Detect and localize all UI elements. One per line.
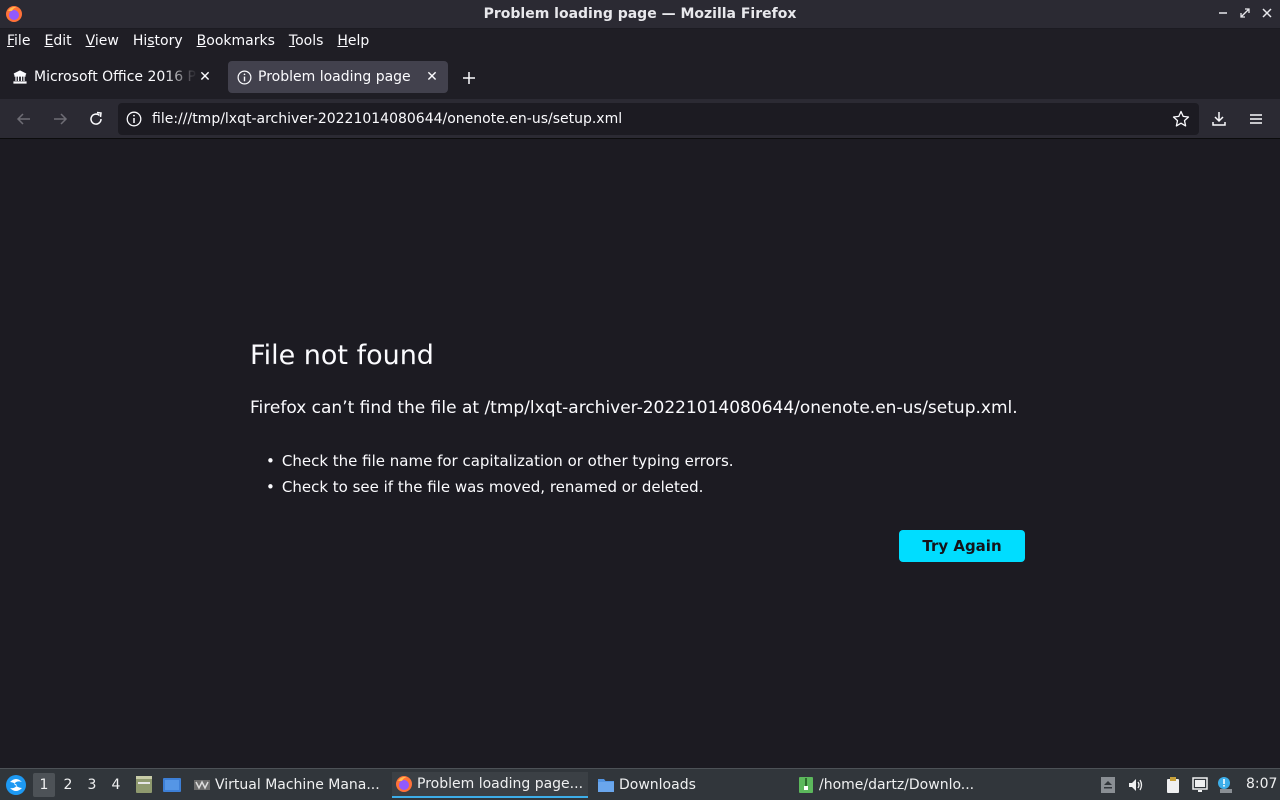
task-label: /home/dartz/Downlo... xyxy=(819,777,975,793)
firefox-logo-icon xyxy=(6,6,22,22)
error-title: File not found xyxy=(250,340,434,371)
arrow-right-icon xyxy=(54,113,68,125)
menu-bookmarks[interactable]: Bookmarks xyxy=(197,33,282,49)
tab-bar: Microsoft Office 2016 Pro ✕ Problem load… xyxy=(0,53,1280,99)
try-again-button[interactable]: Try Again xyxy=(899,530,1025,562)
menu-history[interactable]: History xyxy=(133,33,190,49)
taskbar: 1 2 3 4 Virtual Machine Mana... Problem … xyxy=(0,768,1280,800)
tab-problem-loading[interactable]: Problem loading page ✕ xyxy=(228,61,448,93)
task-label: Virtual Machine Mana... xyxy=(215,777,380,793)
window-controls xyxy=(1216,6,1274,20)
notification-icon[interactable] xyxy=(1216,775,1236,795)
app-menu-button[interactable] xyxy=(1244,107,1268,131)
start-menu-icon[interactable] xyxy=(4,773,28,797)
menu-bar: File Edit View History Bookmarks Tools H… xyxy=(0,29,1280,53)
clipboard-icon[interactable] xyxy=(1163,775,1183,795)
reload-button[interactable] xyxy=(84,107,108,131)
download-icon xyxy=(1212,112,1226,126)
list-item: Check to see if the file was moved, rena… xyxy=(266,474,734,500)
menu-tools[interactable]: Tools xyxy=(289,33,331,49)
network-icon[interactable] xyxy=(1190,775,1210,795)
task-label: Problem loading page... xyxy=(417,776,584,792)
archive-icon xyxy=(799,777,813,793)
firefox-icon xyxy=(396,776,412,792)
navigation-toolbar: file:///tmp/lxqt-archiver-20221014080644… xyxy=(0,99,1280,139)
error-suggestions: Check the file name for capitalization o… xyxy=(266,448,734,500)
url-bar[interactable]: file:///tmp/lxqt-archiver-20221014080644… xyxy=(118,103,1199,135)
list-item: Check the file name for capitalization o… xyxy=(266,448,734,474)
volume-icon[interactable] xyxy=(1126,775,1146,795)
arrow-left-icon xyxy=(16,113,30,125)
close-icon[interactable]: ✕ xyxy=(197,69,213,85)
tab-microsoft-office[interactable]: Microsoft Office 2016 Pro ✕ xyxy=(4,61,221,93)
eject-icon[interactable] xyxy=(1098,775,1118,795)
downloads-button[interactable] xyxy=(1207,107,1231,131)
plus-icon xyxy=(463,72,475,84)
desktop-2[interactable]: 2 xyxy=(57,773,79,797)
virt-manager-icon xyxy=(194,780,210,790)
close-icon[interactable]: ✕ xyxy=(424,69,440,85)
task-archiver[interactable]: /home/dartz/Downlo... xyxy=(794,772,990,798)
hamburger-menu-icon xyxy=(1250,114,1262,124)
folder-icon xyxy=(598,779,614,792)
menu-edit[interactable]: Edit xyxy=(44,33,78,49)
window-title: Problem loading page — Mozilla Firefox xyxy=(483,6,797,22)
bank-icon xyxy=(12,69,28,85)
minimize-icon[interactable] xyxy=(1216,6,1230,20)
task-downloads[interactable]: Downloads xyxy=(594,772,790,798)
file-manager-launcher-icon[interactable] xyxy=(134,775,154,795)
site-info-icon[interactable] xyxy=(126,111,142,127)
new-tab-button[interactable] xyxy=(458,67,480,89)
window-titlebar: Problem loading page — Mozilla Firefox xyxy=(0,0,1280,29)
bookmark-star-icon[interactable] xyxy=(1171,109,1191,129)
menu-file[interactable]: File xyxy=(7,33,37,49)
error-page: File not found Firefox can’t find the fi… xyxy=(0,140,1280,768)
desktop-4[interactable]: 4 xyxy=(105,773,127,797)
menu-view[interactable]: View xyxy=(86,33,126,49)
task-firefox[interactable]: Problem loading page... xyxy=(392,772,588,798)
restore-icon[interactable] xyxy=(1238,6,1252,20)
show-desktop-icon[interactable] xyxy=(162,775,182,795)
tab-label: Microsoft Office 2016 Pro xyxy=(34,69,197,85)
menu-help[interactable]: Help xyxy=(337,33,376,49)
task-label: Downloads xyxy=(619,777,696,793)
back-button[interactable] xyxy=(12,107,36,131)
forward-button[interactable] xyxy=(48,107,72,131)
error-description: Firefox can’t find the file at /tmp/lxqt… xyxy=(250,398,1018,418)
task-virtual-machine-manager[interactable]: Virtual Machine Mana... xyxy=(190,772,386,798)
info-icon xyxy=(236,69,252,85)
desktop-3[interactable]: 3 xyxy=(81,773,103,797)
tab-label: Problem loading page xyxy=(258,69,411,85)
reload-icon xyxy=(90,111,102,125)
clock: 8:07 xyxy=(1246,776,1278,792)
close-window-icon[interactable] xyxy=(1260,6,1274,20)
desktop-1[interactable]: 1 xyxy=(33,773,55,797)
url-text[interactable]: file:///tmp/lxqt-archiver-20221014080644… xyxy=(152,111,1171,127)
